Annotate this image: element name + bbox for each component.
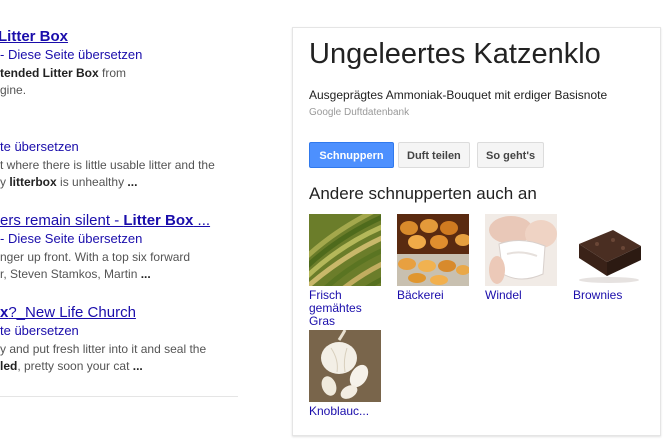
- result-1-snippet: tended Litter Box from: [0, 66, 127, 80]
- result-4-snippet-line2: led, pretty soon your cat ...: [0, 359, 143, 373]
- related-item-brownies[interactable]: Brownies: [573, 214, 645, 302]
- result-1-snippet-line2: gine.: [0, 83, 27, 97]
- related-item-diaper[interactable]: Windel: [485, 214, 557, 302]
- bakery-pastries-image: [397, 214, 469, 286]
- related-item-label[interactable]: Bäckerei: [397, 289, 469, 302]
- how-it-works-button[interactable]: So geht's: [477, 142, 545, 168]
- sniff-button[interactable]: Schnuppern: [309, 142, 394, 168]
- related-item-label[interactable]: Frisch gemähtes Gras: [309, 289, 381, 328]
- brownies-image: [573, 214, 645, 286]
- result-4-snippet: y and put fresh litter into it and seal …: [0, 342, 207, 356]
- result-2-snippet-line2: y litterbox is unhealthy ...: [0, 175, 138, 189]
- baby-diaper-image: [485, 214, 557, 286]
- knowledge-panel: Ungeleertes Katzenklo Ausgeprägtes Ammon…: [292, 27, 661, 436]
- related-item-bakery[interactable]: Bäckerei: [397, 214, 469, 302]
- related-item-label[interactable]: Windel: [485, 289, 557, 302]
- related-item-label[interactable]: Knoblauc...: [309, 405, 381, 418]
- result-2-snippet: t where there is little usable litter an…: [0, 158, 215, 172]
- result-3-translate-link[interactable]: - Diese Seite übersetzen: [0, 231, 142, 246]
- result-4-translate-link[interactable]: te übersetzen: [0, 323, 79, 338]
- results-divider: [0, 396, 238, 397]
- result-3-title[interactable]: ers remain silent - Litter Box ...: [0, 212, 210, 229]
- result-3-snippet: nger up front. With a top six forward: [0, 250, 191, 264]
- related-item-grass[interactable]: Frisch gemähtes Gras: [309, 214, 381, 328]
- result-4-title[interactable]: x?_New Life Church: [0, 304, 136, 321]
- related-heading: Andere schnupperten auch an: [309, 184, 537, 203]
- share-scent-button[interactable]: Duft teilen: [398, 142, 470, 168]
- panel-title: Ungeleertes Katzenklo: [309, 38, 601, 70]
- grass-field-image: [309, 214, 381, 286]
- related-item-garlic[interactable]: Knoblauc...: [309, 330, 381, 418]
- garlic-image: [309, 330, 381, 402]
- result-3-snippet-line2: r, Steven Stamkos, Martin ...: [0, 267, 151, 281]
- panel-source: Google Duftdatenbank: [309, 107, 410, 118]
- search-results: Litter Box - Diese Seite übersetzen tend…: [0, 0, 250, 444]
- result-1-title[interactable]: Litter Box: [0, 28, 68, 45]
- related-item-label[interactable]: Brownies: [573, 289, 645, 302]
- result-2-translate-link[interactable]: te übersetzen: [0, 139, 79, 154]
- panel-description: Ausgeprägtes Ammoniak-Bouquet mit erdige…: [309, 88, 608, 102]
- result-1-translate-link[interactable]: - Diese Seite übersetzen: [0, 47, 142, 62]
